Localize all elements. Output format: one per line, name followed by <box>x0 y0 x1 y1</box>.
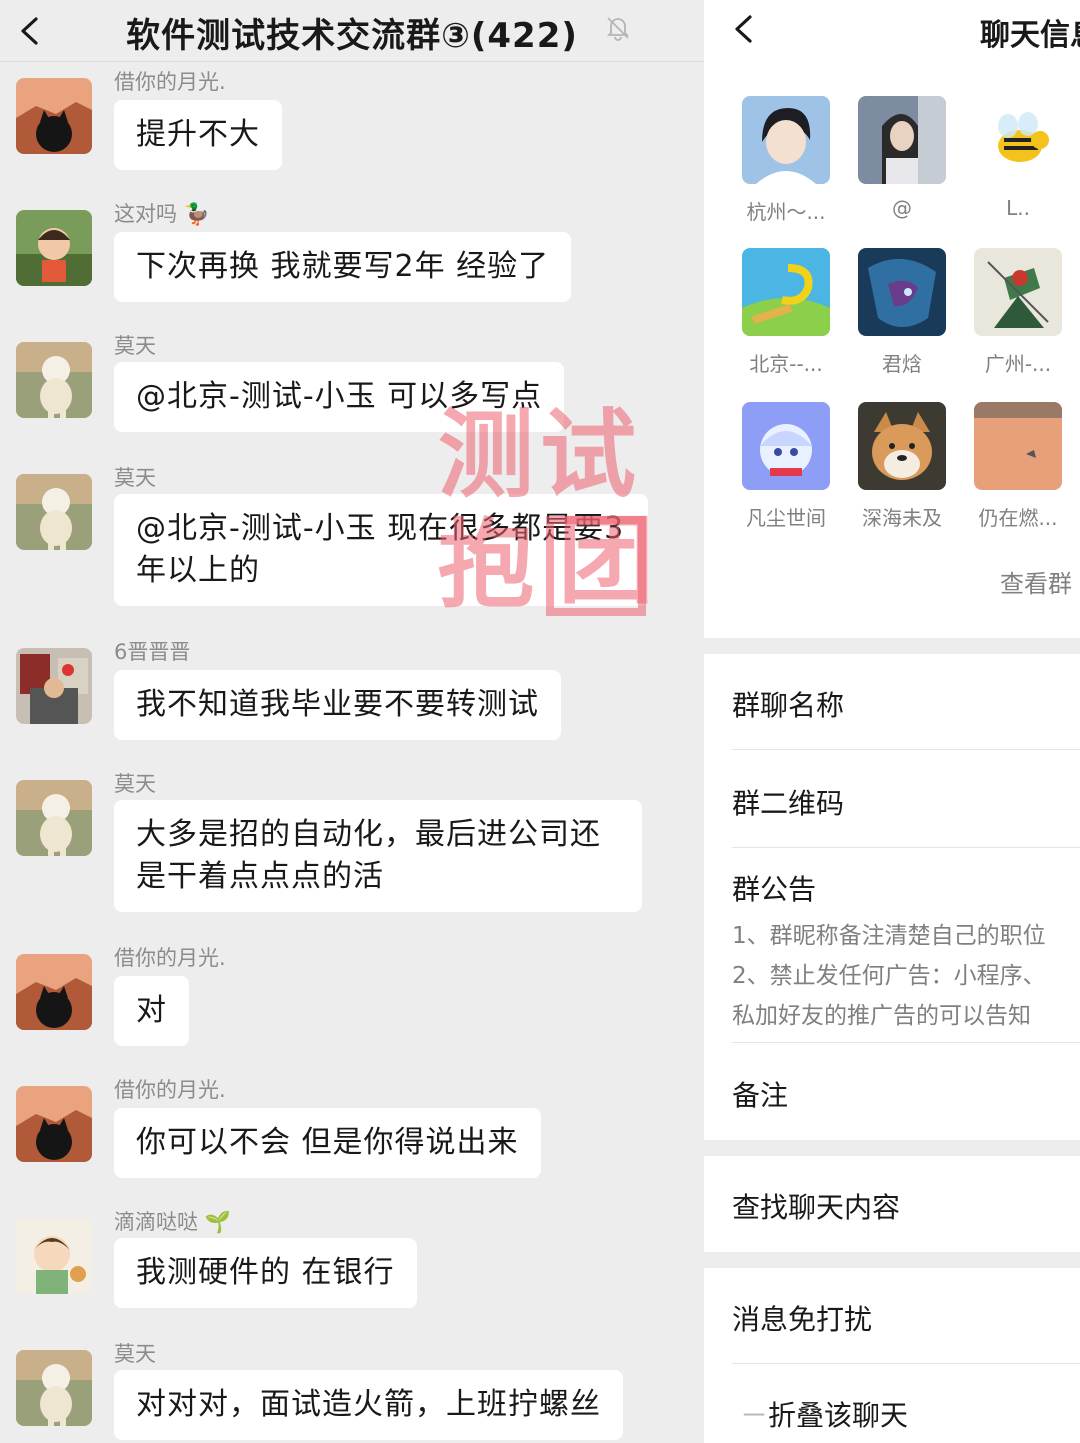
member-avatar <box>858 248 946 336</box>
member-name: 凡尘世间 <box>746 506 826 530</box>
member-avatar <box>742 248 830 336</box>
member-avatar <box>974 248 1062 336</box>
fold-chat-row[interactable]: －折叠该聊天 <box>740 1394 1080 1434</box>
sender-name: 借你的月光. <box>114 70 226 94</box>
avatar[interactable] <box>16 342 92 418</box>
group-notice-row[interactable]: 群公告 <box>732 868 1080 908</box>
group-name-row[interactable]: 群聊名称 <box>732 684 1080 724</box>
search-chat-content-row[interactable]: 查找聊天内容 <box>732 1186 1080 1226</box>
member-item[interactable]: 凡尘世间 <box>736 402 836 531</box>
member-item[interactable]: 广州-... <box>968 248 1068 377</box>
message-bubble[interactable]: 下次再换 我就要写2年 经验了 <box>114 232 572 302</box>
group-qr-code-row[interactable]: 群二维码 <box>732 782 1080 822</box>
message-bubble[interactable]: 对对对，面试造火箭，上班拧螺丝 <box>114 1370 623 1440</box>
member-item[interactable]: 君焓 <box>852 248 952 377</box>
member-name: 杭州～... <box>746 200 826 224</box>
member-avatar <box>858 96 946 184</box>
settings-group: 消息免打扰 －折叠该聊天 <box>704 1268 1080 1443</box>
member-name: 深海未及 <box>862 506 942 530</box>
member-name: 北京--... <box>749 352 823 376</box>
member-avatar <box>742 402 830 490</box>
mute-notifications-row[interactable]: 消息免打扰 <box>732 1298 1080 1338</box>
member-name: L.. <box>1006 196 1030 220</box>
avatar[interactable] <box>16 1350 92 1426</box>
message-bubble[interactable]: @北京-测试-小玉 现在很多都是要3年以上的 <box>114 494 648 606</box>
sprout-emoji-icon: 🌱 <box>204 1210 231 1234</box>
notice-text-line: 2、禁止发任何广告：小程序、 <box>732 963 1046 989</box>
member-item[interactable]: 杭州～... <box>736 96 836 225</box>
sender-name: 莫天 <box>114 466 156 490</box>
dash-icon: － <box>740 1399 769 1432</box>
divider <box>732 1363 1080 1364</box>
avatar[interactable] <box>16 648 92 724</box>
avatar[interactable] <box>16 954 92 1030</box>
avatar[interactable] <box>16 210 92 286</box>
sender-name: 借你的月光. <box>114 946 226 970</box>
member-item[interactable]: L.. <box>968 96 1068 220</box>
member-name: 仍在燃... <box>978 506 1058 530</box>
avatar[interactable] <box>16 1218 92 1294</box>
member-avatar <box>858 402 946 490</box>
chat-info-panel: 聊天信息 杭州～... @ L.. 北京--... 君焓 广州-... <box>704 0 1080 1443</box>
message-bubble[interactable]: 提升不大 <box>114 100 282 170</box>
notice-text-line: 1、群昵称备注清楚自己的职位 <box>732 923 1046 949</box>
sender-name: 莫天 <box>114 772 156 796</box>
message-bubble[interactable]: 你可以不会 但是你得说出来 <box>114 1108 541 1178</box>
avatar[interactable] <box>16 1086 92 1162</box>
mute-bell-icon <box>606 17 630 41</box>
settings-group: 查找聊天内容 <box>704 1156 1080 1252</box>
sender-name: 借你的月光. <box>114 1078 226 1102</box>
info-header: 聊天信息 <box>704 0 1080 64</box>
chat-title: 软件测试技术交流群③(422) <box>126 16 578 56</box>
remark-row[interactable]: 备注 <box>732 1074 1080 1114</box>
member-item[interactable]: 北京--... <box>736 248 836 377</box>
member-item[interactable]: 仍在燃... <box>968 402 1068 531</box>
back-icon[interactable] <box>732 14 754 44</box>
message-bubble[interactable]: 我不知道我毕业要不要转测试 <box>114 670 561 740</box>
chat-panel: 软件测试技术交流群③(422) 借你的月光. 提升不大 这对吗 🦆 下次再换 我… <box>0 0 704 1443</box>
member-avatar <box>974 96 1062 184</box>
settings-group: 群聊名称 群二维码 群公告 1、群昵称备注清楚自己的职位 2、禁止发任何广告：小… <box>704 654 1080 1140</box>
divider <box>732 749 1080 750</box>
avatar[interactable] <box>16 780 92 856</box>
info-title: 聊天信息 <box>980 18 1080 53</box>
divider <box>732 1042 1080 1043</box>
member-name: @ <box>892 196 912 220</box>
message-bubble[interactable]: @北京-测试-小玉 可以多写点 <box>114 362 565 432</box>
message-bubble[interactable]: 对 <box>114 976 189 1046</box>
member-item[interactable]: @ <box>852 96 952 220</box>
sender-name: 6晋晋晋 <box>114 640 191 664</box>
emoji-icon: 🦆 <box>183 202 210 226</box>
message-bubble[interactable]: 我测硬件的 在银行 <box>114 1238 417 1308</box>
sender-name: 这对吗 🦆 <box>114 202 210 226</box>
notice-text-line: 私加好友的推广告的可以告知 <box>732 1003 1031 1029</box>
view-more-members-link[interactable]: 查看群 <box>1000 564 1072 599</box>
avatar[interactable] <box>16 474 92 550</box>
member-avatar <box>974 402 1062 490</box>
sender-name: 滴滴哒哒 🌱 <box>114 1210 231 1234</box>
avatar[interactable] <box>16 78 92 154</box>
member-avatar <box>742 96 830 184</box>
member-grid: 杭州～... @ L.. 北京--... 君焓 广州-... 凡尘世间 深海未及… <box>704 64 1080 638</box>
divider <box>732 847 1080 848</box>
chat-header: 软件测试技术交流群③(422) <box>0 0 704 62</box>
member-name: 广州-... <box>984 352 1052 376</box>
sender-name: 莫天 <box>114 334 156 358</box>
message-bubble[interactable]: 大多是招的自动化，最后进公司还是干着点点点的活 <box>114 800 642 912</box>
sender-name: 莫天 <box>114 1342 156 1366</box>
member-item[interactable]: 深海未及 <box>852 402 952 531</box>
member-name: 君焓 <box>882 352 922 376</box>
